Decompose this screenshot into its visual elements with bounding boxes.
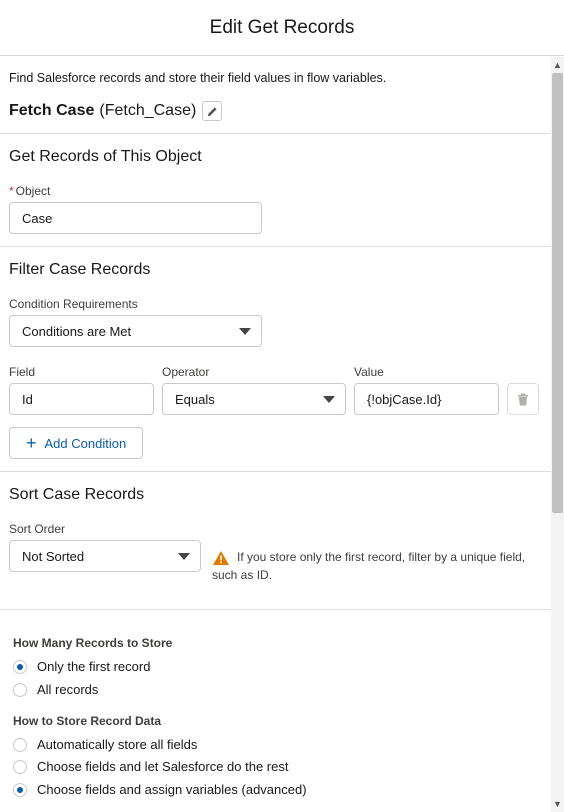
modal-body: Find Salesforce records and store their … xyxy=(0,57,551,812)
radio-choose-fields-auto[interactable]: Choose fields and let Salesforce do the … xyxy=(13,759,288,774)
sort-order-label: Sort Order xyxy=(9,522,66,536)
radio-label: Only the first record xyxy=(37,659,151,674)
sort-order-select[interactable]: Not Sorted xyxy=(9,540,201,572)
object-section: Get Records of This Object * Object Case xyxy=(0,134,551,247)
condition-field-input[interactable]: Id xyxy=(9,383,154,415)
operator-label: Operator xyxy=(162,365,210,379)
scrollbar-thumb[interactable] xyxy=(552,73,563,513)
add-condition-button[interactable]: + Add Condition xyxy=(9,427,144,459)
chevron-down-icon xyxy=(323,396,335,403)
object-input[interactable]: Case xyxy=(9,202,262,234)
condition-requirements-label: Condition Requirements xyxy=(9,297,138,311)
field-label: Field xyxy=(9,365,36,379)
radio-only-first-record[interactable]: Only the first record xyxy=(13,659,150,674)
warning-icon xyxy=(213,551,229,565)
chevron-down-icon xyxy=(178,553,190,560)
sort-warning: If you store only the first record, filt… xyxy=(212,548,532,584)
radio-auto-store-fields[interactable]: Automatically store all fields xyxy=(13,737,197,752)
store-section: How Many Records to Store Only the first… xyxy=(0,610,551,812)
condition-operator-select[interactable]: Equals xyxy=(162,383,346,415)
required-marker: * xyxy=(9,184,14,198)
modal-title: Edit Get Records xyxy=(209,16,355,38)
plus-icon: + xyxy=(26,433,37,453)
radio-label: Choose fields and let Salesforce do the … xyxy=(37,759,289,774)
radio-button[interactable] xyxy=(13,659,27,674)
scroll-up-arrow-icon[interactable]: ▲ xyxy=(551,58,564,72)
chevron-down-icon xyxy=(239,328,251,335)
object-section-title: Get Records of This Object xyxy=(9,148,202,165)
sort-order-value: Not Sorted xyxy=(22,548,85,564)
element-api-name: (Fetch_Case) xyxy=(99,102,197,119)
filter-section: Filter Case Records Condition Requiremen… xyxy=(0,247,551,472)
how-many-records-title: How Many Records to Store xyxy=(13,636,173,650)
radio-label: Choose fields and assign variables (adva… xyxy=(37,782,307,797)
condition-requirements-select[interactable]: Conditions are Met xyxy=(9,315,262,347)
how-to-store-title: How to Store Record Data xyxy=(13,714,162,728)
radio-all-records[interactable]: All records xyxy=(13,682,98,697)
element-name: Fetch Case (Fetch_Case) xyxy=(9,101,223,121)
sort-section-title: Sort Case Records xyxy=(9,486,145,503)
condition-operator-value: Equals xyxy=(175,391,215,407)
delete-condition-button[interactable] xyxy=(507,383,539,415)
radio-label: Automatically store all fields xyxy=(37,737,198,752)
object-label-text: Object xyxy=(15,184,51,198)
radio-button[interactable] xyxy=(13,737,27,752)
vertical-scrollbar[interactable]: ▲ ▼ xyxy=(551,57,564,812)
edit-name-button[interactable] xyxy=(202,101,223,121)
object-label: * Object xyxy=(9,184,50,198)
scroll-down-arrow-icon[interactable]: ▼ xyxy=(551,797,564,811)
filter-section-title: Filter Case Records xyxy=(9,261,151,278)
trash-icon xyxy=(518,393,528,405)
condition-requirements-value: Conditions are Met xyxy=(22,323,132,339)
sort-section: Sort Case Records Sort Order Not Sorted … xyxy=(0,472,551,610)
radio-label: All records xyxy=(37,682,99,697)
radio-button[interactable] xyxy=(13,682,27,697)
element-info-section: Find Salesforce records and store their … xyxy=(0,57,551,134)
sort-warning-text: If you store only the first record, filt… xyxy=(212,550,526,582)
element-description: Find Salesforce records and store their … xyxy=(9,71,387,85)
condition-value-input[interactable]: {!objCase.Id} xyxy=(354,383,499,415)
add-condition-label: Add Condition xyxy=(44,435,127,451)
modal-header: Edit Get Records xyxy=(0,0,564,56)
pencil-icon xyxy=(207,106,217,116)
element-label: Fetch Case xyxy=(9,102,95,119)
radio-button[interactable] xyxy=(13,759,27,774)
value-label: Value xyxy=(354,365,384,379)
radio-button[interactable] xyxy=(13,782,27,797)
radio-choose-fields-advanced[interactable]: Choose fields and assign variables (adva… xyxy=(13,782,307,797)
